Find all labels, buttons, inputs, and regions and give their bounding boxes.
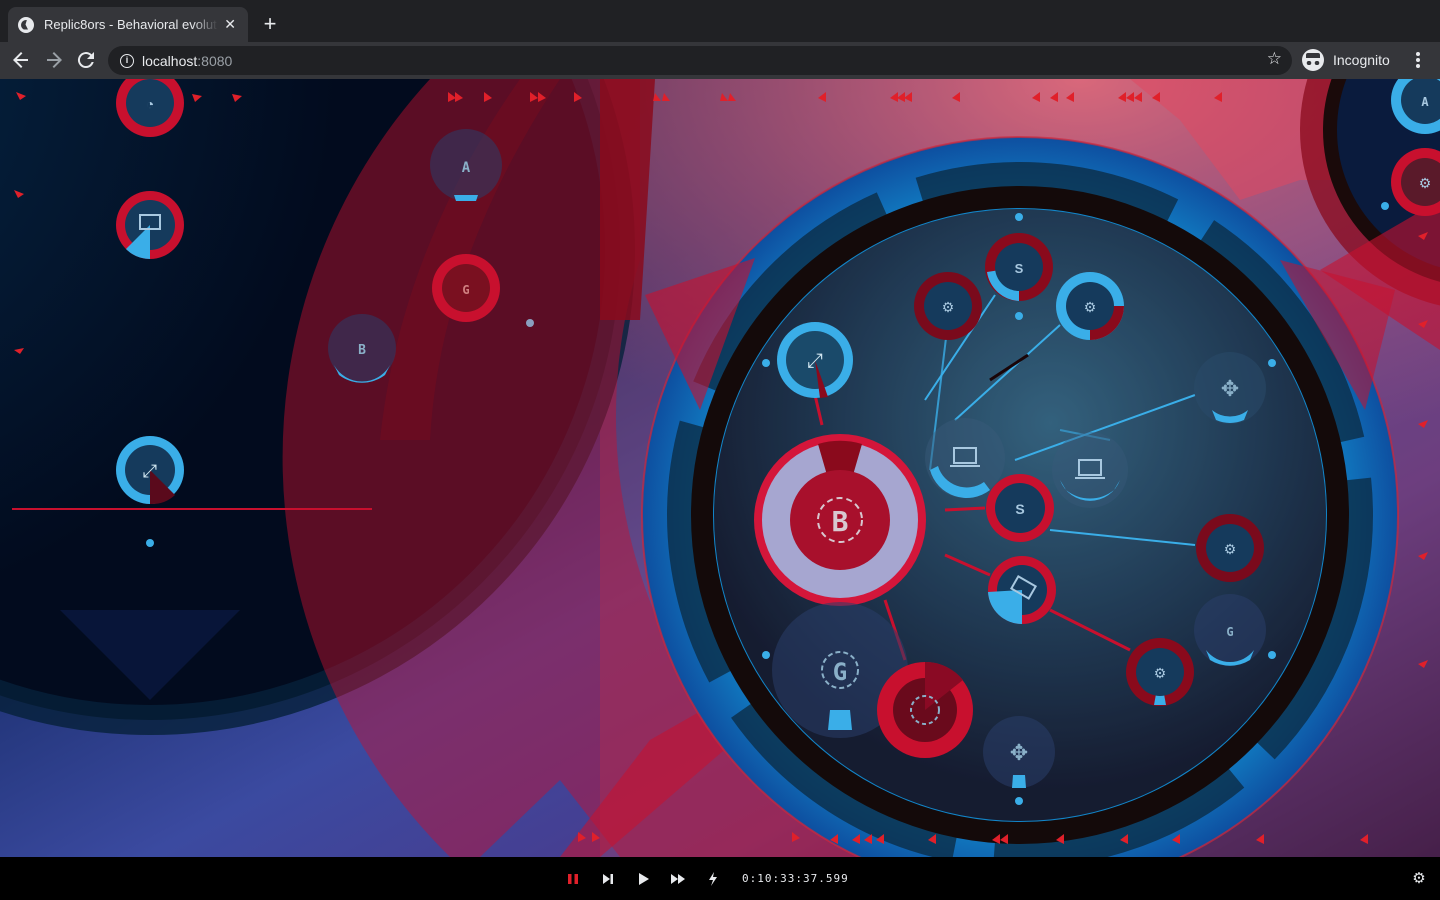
fast-forward-icon	[671, 874, 685, 884]
creature-badge-b-left[interactable]: B	[328, 314, 396, 383]
step-forward-button[interactable]	[598, 869, 618, 889]
lightning-icon	[709, 872, 717, 886]
creature-red-g-left[interactable]: G	[432, 254, 500, 322]
browser-menu-button[interactable]	[1410, 48, 1426, 78]
svg-text:A: A	[1421, 95, 1429, 109]
settings-button[interactable]: ⚙	[1410, 870, 1428, 888]
svg-text:G: G	[462, 283, 469, 297]
back-button[interactable]	[9, 48, 33, 72]
simulation-clock: 0:10:33:37.599	[742, 872, 849, 885]
info-icon[interactable]: i	[120, 53, 134, 68]
incognito-label: Incognito	[1333, 52, 1390, 68]
pause-button[interactable]	[563, 869, 583, 889]
incognito-icon	[1302, 49, 1324, 71]
url-host: localhost	[142, 52, 198, 69]
browser-tab[interactable]: Replic8ors - Behavioral evoluti ✕	[8, 7, 248, 42]
pause-icon	[568, 874, 578, 884]
gauge-icon: ◔	[146, 96, 154, 112]
svg-text:⚙: ⚙	[1419, 175, 1432, 191]
creature-g-right[interactable]: G	[1194, 594, 1266, 666]
address-bar[interactable]: i localhost:8080 ☆	[108, 46, 1292, 75]
kebab-menu-icon	[1416, 52, 1420, 68]
fast-forward-button[interactable]	[668, 869, 688, 889]
creature-laptop-right[interactable]	[1052, 432, 1128, 508]
creature-move-left[interactable]: ⤢	[116, 436, 184, 505]
svg-text:A: A	[462, 160, 471, 176]
tab-title: Replic8ors - Behavioral evoluti	[44, 17, 219, 32]
g-glyph-icon: G	[833, 658, 847, 686]
creature-laptop-left[interactable]	[116, 191, 184, 259]
simulation-controls: 0:10:33:37.599 ⚙	[0, 857, 1440, 900]
svg-text:S: S	[1015, 501, 1024, 517]
turbo-button[interactable]	[703, 869, 723, 889]
creature-b-large[interactable]: B	[754, 434, 926, 606]
creature-laptop-red[interactable]	[988, 556, 1056, 625]
forward-arrow-icon	[47, 52, 62, 68]
new-tab-button[interactable]: +	[258, 12, 282, 36]
tab-close-button[interactable]: ✕	[222, 16, 238, 33]
svg-text:G: G	[1226, 625, 1233, 639]
creature-gear-bottom-right[interactable]: ⚙	[1126, 638, 1194, 706]
url-port: :8080	[197, 52, 233, 69]
reload-button[interactable]	[74, 48, 98, 72]
expand-arrows-icon: ⤢	[143, 461, 158, 481]
gear-icon: ⚙	[1412, 870, 1426, 887]
svg-text:S: S	[1015, 261, 1024, 276]
creature-blue-top[interactable]: ⚙	[1056, 272, 1124, 340]
move-cross-icon: ✥	[1010, 740, 1028, 765]
b-glyph-icon: B	[832, 505, 849, 538]
simulation-canvas[interactable]: B G ⤢ ⤢ ✥ ✥ A B G ◔ S ⚙ ⚙ S ⚙ G ⚙ A ⚙	[0, 79, 1440, 857]
globe-icon	[18, 16, 34, 33]
creature-s-top[interactable]: S	[985, 233, 1053, 301]
svg-text:⚙: ⚙	[1154, 665, 1167, 681]
bookmark-star-icon[interactable]: ☆	[1267, 49, 1282, 69]
browser-toolbar: i localhost:8080 ☆ Incognito	[0, 42, 1440, 79]
back-arrow-icon	[13, 52, 28, 68]
creature-s-center[interactable]: S	[986, 474, 1054, 542]
move-cross-icon: ✥	[1221, 376, 1239, 401]
forward-button[interactable]	[42, 48, 66, 72]
creature-badge-a[interactable]: A	[430, 129, 502, 201]
creature-laptop-center[interactable]	[925, 418, 1005, 499]
creature-gear-top[interactable]: ⚙	[914, 272, 982, 340]
svg-text:B: B	[358, 343, 366, 358]
svg-text:⚙: ⚙	[1084, 299, 1097, 315]
reload-icon	[77, 52, 94, 69]
creature-gear-right[interactable]: ⚙	[1196, 514, 1264, 582]
play-button[interactable]	[633, 869, 653, 889]
creature-cross-bottom[interactable]: ✥	[983, 716, 1055, 788]
creature-move-upper[interactable]: ⤢	[777, 322, 853, 398]
creature-cross-right[interactable]: ✥	[1194, 352, 1266, 424]
expand-arrows-icon: ⤢	[807, 350, 823, 372]
incognito-indicator[interactable]: Incognito	[1302, 47, 1390, 73]
svg-text:⚙: ⚙	[942, 299, 955, 315]
play-icon	[639, 873, 649, 885]
creature-red-target[interactable]	[877, 661, 973, 758]
step-forward-icon	[603, 874, 613, 884]
tab-strip: Replic8ors - Behavioral evoluti ✕ +	[0, 0, 1440, 42]
svg-text:⚙: ⚙	[1224, 541, 1237, 557]
